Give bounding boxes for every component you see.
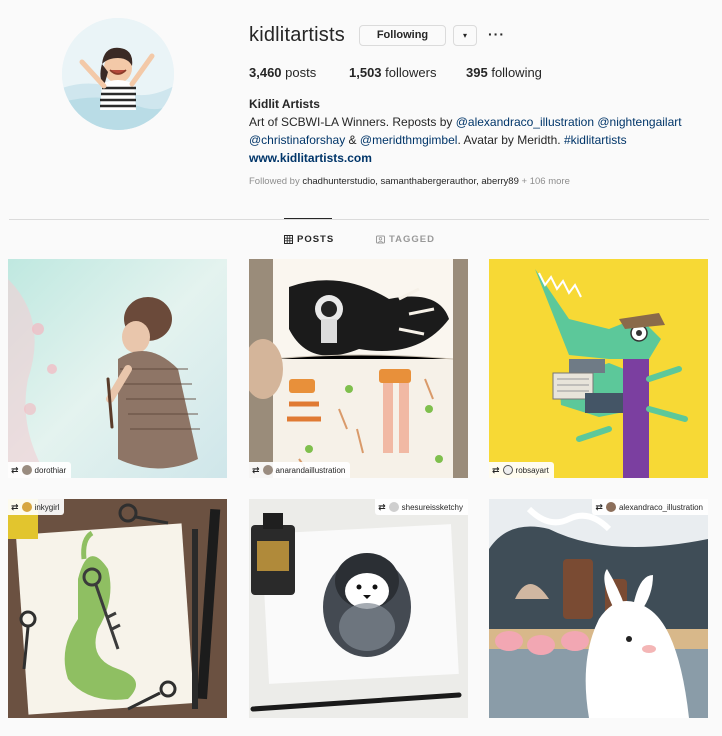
mention-link[interactable]: @meridthmgimbel	[360, 133, 458, 147]
tabs-divider	[9, 219, 709, 220]
suggestions-dropdown-button[interactable]: ▾	[453, 25, 477, 46]
posts-count: 3,460	[249, 65, 282, 80]
post-tile[interactable]: ⇄ inkygirl	[8, 499, 227, 718]
repost-author-tag[interactable]: ⇄ shesureissketchy	[375, 499, 468, 515]
post-tile[interactable]: ⇄ robsayart	[489, 259, 708, 478]
repost-icon: ⇄	[11, 464, 19, 475]
repost-icon: ⇄	[252, 464, 260, 475]
following-count: 395	[466, 65, 488, 80]
active-tab-indicator	[284, 218, 332, 219]
post-image-girl-with-spoon	[8, 259, 227, 478]
repost-author-tag[interactable]: ⇄ inkygirl	[8, 499, 65, 515]
tab-posts[interactable]: POSTS	[284, 234, 334, 245]
mention-link[interactable]: @alexandraco_illustration	[456, 115, 594, 129]
bio-text-part: . Avatar by Meridth.	[457, 133, 564, 147]
post-author: anarandaillustration	[275, 465, 346, 475]
mention-link[interactable]: @nightengailart	[597, 115, 681, 129]
tag-icon	[376, 235, 385, 244]
repost-icon: ⇄	[492, 464, 500, 475]
avatar-illustration	[62, 18, 174, 130]
repost-icon: ⇄	[11, 501, 19, 512]
post-image-sketchbook	[249, 259, 468, 478]
post-author: shesureissketchy	[401, 502, 463, 512]
post-image-crocodile-books	[489, 259, 708, 478]
hashtag-link[interactable]: #kidlitartists	[564, 133, 627, 147]
repost-author-tag[interactable]: ⇄ alexandraco_illustration	[592, 499, 708, 515]
more-options-button[interactable]: ···	[488, 26, 505, 42]
post-tile[interactable]: ⇄ alexandraco_illustration	[489, 499, 708, 718]
author-avatar	[262, 465, 273, 475]
post-tile[interactable]: ⇄ anarandaillustration	[249, 259, 468, 478]
profile-full-name: Kidlit Artists	[249, 97, 320, 111]
followers-count: 1,503	[349, 65, 382, 80]
post-image-bunny-cupcakes	[489, 499, 708, 718]
following-stat-label: following	[491, 65, 542, 80]
followed-by-more: + 106 more	[518, 176, 570, 187]
tab-tagged-label: TAGGED	[389, 234, 435, 245]
post-author: robsayart	[515, 465, 549, 475]
post-tile[interactable]: ⇄ dorothiar	[8, 259, 227, 478]
following-button[interactable]: Following	[359, 25, 446, 46]
followed-by-line[interactable]: Followed by chadhunterstudio, samanthabe…	[249, 176, 570, 187]
tab-posts-label: POSTS	[297, 234, 335, 245]
grid-icon	[284, 235, 293, 244]
post-image-penguin	[249, 499, 468, 718]
followed-by-prefix: Followed by	[249, 176, 303, 187]
following-stat[interactable]: 395 following	[466, 65, 542, 80]
posts-stat-label: posts	[285, 65, 317, 80]
author-avatar	[21, 465, 32, 475]
repost-author-tag[interactable]: ⇄ robsayart	[489, 462, 554, 478]
author-avatar	[502, 465, 513, 475]
author-avatar	[388, 502, 399, 512]
repost-icon: ⇄	[378, 501, 386, 512]
author-avatar	[605, 502, 616, 512]
bio-text-part: Art of SCBWI-LA Winners. Reposts by	[249, 115, 456, 129]
profile-username: kidlitartists	[249, 24, 345, 46]
bio-text: Art of SCBWI-LA Winners. Reposts by @ale…	[249, 113, 689, 149]
post-author: inkygirl	[34, 502, 60, 512]
followers-stat[interactable]: 1,503 followers	[349, 65, 436, 80]
author-avatar	[21, 502, 32, 512]
website-link[interactable]: www.kidlitartists.com	[249, 151, 372, 165]
profile-avatar[interactable]	[62, 18, 174, 130]
post-author: alexandraco_illustration	[618, 502, 703, 512]
profile-bio: Kidlit Artists Art of SCBWI-LA Winners. …	[249, 95, 689, 167]
post-tile[interactable]: ⇄ shesureissketchy	[249, 499, 468, 718]
bio-text-part: &	[345, 133, 360, 147]
repost-author-tag[interactable]: ⇄ anarandaillustration	[249, 462, 351, 478]
posts-stat: 3,460 posts	[249, 65, 316, 80]
followed-by-names: chadhunterstudio, samanthabergerauthor, …	[302, 176, 519, 187]
mention-link[interactable]: @christinaforshay	[249, 133, 345, 147]
post-image-keys-dragon	[8, 499, 227, 718]
followers-stat-label: followers	[385, 65, 437, 80]
repost-icon: ⇄	[595, 501, 603, 512]
repost-author-tag[interactable]: ⇄ dorothiar	[8, 462, 72, 478]
post-author: dorothiar	[34, 465, 67, 475]
tab-tagged[interactable]: TAGGED	[376, 234, 435, 245]
